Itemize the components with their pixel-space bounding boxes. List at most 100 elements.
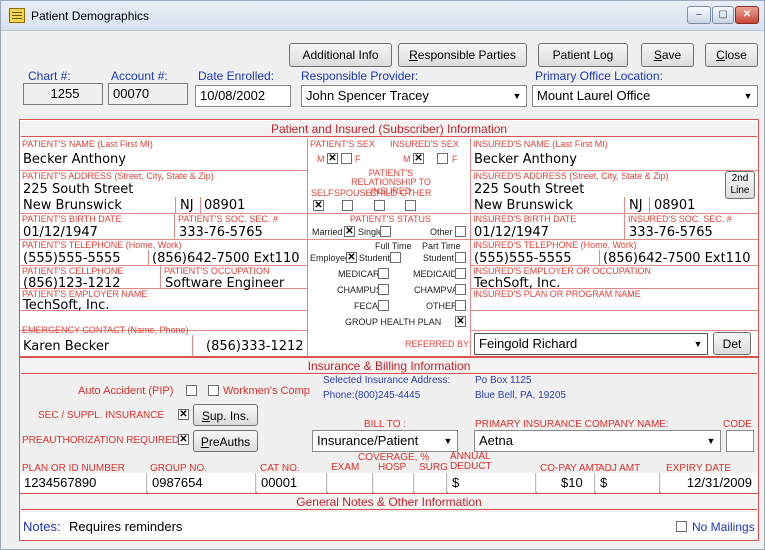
sup-ins-button[interactable]: Sup. Ins.: [193, 404, 258, 426]
bill-to-select[interactable]: Insurance/Patient ▼: [312, 430, 458, 452]
patient-state-field[interactable]: NJ: [180, 198, 194, 213]
other-status-checkbox[interactable]: [455, 226, 466, 237]
code-field[interactable]: [726, 430, 754, 452]
emergency-phone-field[interactable]: (856)333-1212: [206, 339, 304, 354]
birth-date-field[interactable]: 01/12/1947: [23, 225, 98, 240]
medicaid-checkbox[interactable]: [455, 268, 466, 279]
referred-by-select[interactable]: Feingold Richard ▼: [474, 333, 708, 355]
hosp-field[interactable]: [374, 473, 414, 493]
chevron-down-icon[interactable]: ▼: [690, 335, 706, 353]
phone-home-field[interactable]: (555)555-5555: [23, 251, 121, 266]
surg-field[interactable]: [415, 473, 447, 493]
provider-select[interactable]: John Spencer Tracey ▼: [301, 85, 527, 107]
insured-ssn-field[interactable]: 333-76-5765: [629, 225, 713, 240]
employed-checkbox[interactable]: ✕: [346, 252, 357, 263]
patient-address-label: PATIENT'S ADDRESS (Street, City, State &…: [22, 171, 214, 181]
date-enrolled-field[interactable]: 10/08/2002: [195, 85, 291, 107]
primary-insurance-select[interactable]: Aetna ▼: [474, 430, 721, 452]
insured-sex-m-checkbox[interactable]: ✕: [413, 153, 424, 164]
medicare-checkbox[interactable]: [378, 268, 389, 279]
insured-phone-home-field[interactable]: (555)555-5555: [474, 251, 572, 266]
feca-checkbox[interactable]: [378, 300, 389, 311]
insured-ssn-label: INSURED'S SOC. SEC. #: [628, 214, 732, 224]
occupation-field[interactable]: Software Engineer: [165, 276, 284, 291]
insured-phone-work-field[interactable]: (856)642-7500 Ext110: [603, 251, 751, 266]
auto-accident-checkbox[interactable]: [186, 385, 197, 396]
insured-zip-field[interactable]: 08901: [654, 198, 695, 213]
office-select[interactable]: Mount Laurel Office ▼: [532, 85, 758, 107]
patient-log-button[interactable]: Patient Log: [538, 43, 628, 67]
pt-student-checkbox[interactable]: [455, 252, 466, 263]
chevron-down-icon[interactable]: ▼: [703, 432, 719, 450]
preauth-label: PREAUTHORIZATION REQUIRED: [22, 435, 180, 446]
exam-field[interactable]: [328, 473, 373, 493]
champva-checkbox[interactable]: [455, 284, 466, 295]
patient-city-field[interactable]: New Brunswick: [23, 198, 122, 213]
group-health-checkbox[interactable]: ✕: [455, 316, 466, 327]
emergency-name-field[interactable]: Karen Becker: [23, 339, 109, 354]
full-time-label: Full Time: [375, 241, 412, 251]
employer-field[interactable]: TechSoft, Inc.: [23, 298, 109, 313]
rel-other-checkbox[interactable]: [405, 200, 416, 211]
chevron-down-icon[interactable]: ▼: [509, 87, 525, 105]
insured-address-label: INSURED'S ADDRESS (Street, City, State &…: [473, 171, 669, 181]
patient-sex-f-checkbox[interactable]: [341, 153, 352, 164]
chevron-down-icon[interactable]: ▼: [740, 87, 756, 105]
married-checkbox[interactable]: ✕: [344, 226, 355, 237]
patient-name-field[interactable]: Becker Anthony: [23, 152, 126, 167]
rel-child-checkbox[interactable]: [374, 200, 385, 211]
patient-sex-m-checkbox[interactable]: ✕: [327, 153, 338, 164]
ft-student-checkbox[interactable]: [390, 252, 401, 263]
notes-field[interactable]: Requires reminders: [69, 519, 182, 534]
workmens-comp-label: Workmen's Comp: [223, 385, 310, 397]
other-insurance-checkbox[interactable]: [455, 300, 466, 311]
rel-self-checkbox[interactable]: ✕: [313, 200, 324, 211]
insured-city-field[interactable]: New Brunswick: [474, 198, 573, 213]
ssn-field[interactable]: 333-76-5765: [179, 225, 263, 240]
preauth-checkbox[interactable]: ✕: [178, 434, 189, 445]
no-mailings-checkbox[interactable]: [676, 521, 687, 532]
insured-birth-field[interactable]: 01/12/1947: [474, 225, 549, 240]
notes-section-heading: General Notes & Other Information: [21, 494, 757, 510]
phone-work-field[interactable]: (856)642-7500 Ext110: [152, 251, 300, 266]
other-status-label: Other: [430, 227, 453, 237]
ft-student-label: Student: [359, 253, 391, 263]
insured-name-field[interactable]: Becker Anthony: [474, 152, 577, 167]
minimize-icon[interactable]: ‒: [687, 6, 711, 24]
chevron-down-icon[interactable]: ▼: [440, 432, 456, 450]
referred-by-value: Feingold Richard: [479, 336, 578, 351]
workmens-comp-checkbox[interactable]: [208, 385, 219, 396]
sec-insurance-checkbox[interactable]: ✕: [178, 409, 189, 420]
auto-accident-label: Auto Accident (PIP): [78, 385, 174, 397]
responsible-parties-button[interactable]: Responsible Parties: [398, 43, 527, 67]
annual-deduct-field[interactable]: $: [448, 473, 536, 493]
primary-insurance-label: PRIMARY INSURANCE COMPANY NAME:: [475, 419, 669, 430]
single-checkbox[interactable]: [380, 226, 391, 237]
save-button[interactable]: Save: [641, 43, 694, 67]
expiry-field[interactable]: 12/31/2009: [661, 473, 758, 493]
insured-street-field[interactable]: 225 South Street: [474, 182, 584, 197]
second-line-button[interactable]: 2nd Line: [725, 171, 755, 199]
close-icon[interactable]: ✕: [735, 6, 759, 24]
adj-amt-field[interactable]: $: [596, 473, 660, 493]
rel-child-label: CHILD: [370, 188, 398, 198]
cat-no-field[interactable]: 00001: [257, 473, 327, 493]
copay-field[interactable]: $10: [537, 473, 595, 493]
insured-sex-f-checkbox[interactable]: [437, 153, 448, 164]
no-mailings-label: No Mailings: [692, 520, 755, 534]
insured-state-field[interactable]: NJ: [629, 198, 643, 213]
patient-zip-field[interactable]: 08901: [204, 198, 245, 213]
group-no-field[interactable]: 0987654: [148, 473, 256, 493]
additional-info-button[interactable]: Additional Info: [289, 43, 392, 67]
patient-street-field[interactable]: 225 South Street: [23, 182, 133, 197]
rel-spouse-checkbox[interactable]: [342, 200, 353, 211]
insured-name-label: INSURED'S NAME (Last First MI): [473, 139, 608, 149]
close-button[interactable]: Close: [705, 43, 758, 67]
preauths-button[interactable]: PreAuths: [193, 430, 258, 452]
champus-checkbox[interactable]: [378, 284, 389, 295]
maximize-icon[interactable]: ▢: [712, 6, 734, 24]
det-button[interactable]: Det: [713, 332, 751, 355]
phone-label: PATIENT'S TELEPHONE (Home, Work): [22, 240, 182, 250]
plan-id-field[interactable]: 1234567890: [20, 473, 147, 493]
patient-sex-label: PATIENT'S SEX: [310, 139, 375, 149]
